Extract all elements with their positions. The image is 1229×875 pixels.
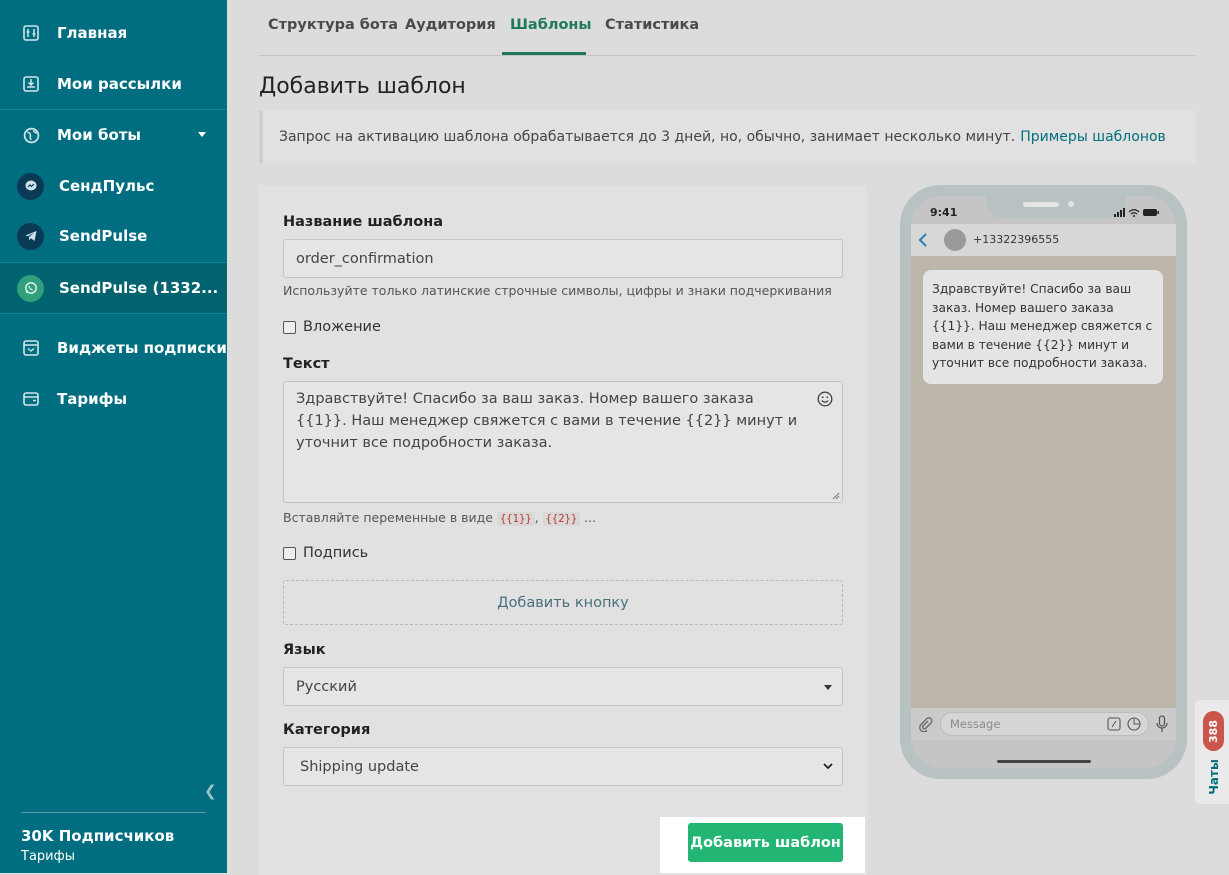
subscribers-count[interactable]: 30K Подписчиков: [21, 827, 174, 845]
sidebar-item-my-bots[interactable]: Мои боты: [0, 110, 227, 160]
avatar: [944, 229, 966, 251]
sidebar-item-label: СендПульс: [59, 177, 155, 195]
chats-count: 388: [1207, 719, 1220, 743]
caret-down-icon: [824, 685, 832, 690]
sidebar-item-mailings[interactable]: Мои рассылки: [0, 59, 227, 109]
sidebar-item-label: SendPulse: [59, 227, 148, 245]
messenger-icon: [17, 172, 44, 200]
template-name-input[interactable]: order_confirmation: [283, 239, 843, 278]
template-name-label: Название шаблона: [283, 214, 444, 230]
chats-count-badge[interactable]: 388: [1203, 711, 1224, 751]
sticker-icons: [1107, 717, 1141, 731]
sidebar-item-label: Тарифы: [57, 390, 128, 408]
tab-audience[interactable]: Аудитория: [405, 17, 496, 33]
contact-phone-number: +13322396555: [973, 233, 1060, 246]
sidebar-item-bot-whatsapp[interactable]: SendPulse (1332...: [0, 263, 227, 313]
home-indicator: [997, 760, 1091, 763]
microphone-icon: [1156, 715, 1168, 732]
chevron-down-icon[interactable]: [198, 132, 206, 137]
tab-bar: Структура бота Аудитория Шаблоны Статист…: [259, 0, 1195, 56]
checkbox-icon[interactable]: [283, 546, 296, 560]
checkbox-icon[interactable]: [283, 320, 296, 334]
variables-hint-text: Вставляйте переменные в виде: [283, 510, 493, 525]
info-notice: Запрос на активацию шаблона обрабатывает…: [259, 111, 1195, 163]
sidebar-item-label: Виджеты подписки: [57, 339, 227, 357]
template-text-area[interactable]: Здравствуйте! Спасибо за ваш заказ. Номе…: [283, 381, 843, 503]
sidebar-item-label: SendPulse (1332...: [59, 279, 219, 297]
mailings-icon: [22, 75, 40, 93]
add-button-label: Добавить кнопку: [497, 594, 629, 611]
language-value: Русский: [296, 678, 357, 695]
chat-header: +13322396555: [911, 224, 1176, 256]
notice-text: Запрос на активацию шаблона обрабатывает…: [279, 129, 1016, 145]
sidebar-item-widgets[interactable]: Виджеты подписки: [0, 323, 227, 373]
tab-templates[interactable]: Шаблоны: [510, 17, 592, 33]
signature-checkbox[interactable]: Подпись: [283, 545, 368, 561]
divider: [21, 812, 206, 813]
message-bubble: Здравствуйте! Спасибо за ваш заказ. Номе…: [923, 270, 1163, 384]
signature-label: Подпись: [303, 545, 369, 561]
category-select[interactable]: Shipping update: [283, 747, 843, 786]
divider: [0, 313, 227, 314]
phone-notch: [986, 196, 1126, 218]
template-form: Название шаблона order_confirmation Испо…: [259, 185, 867, 875]
main-content: Структура бота Аудитория Шаблоны Статист…: [227, 0, 1229, 875]
status-bar-icons: [1114, 208, 1159, 217]
page-title: Добавить шаблон: [259, 74, 466, 99]
paperclip-icon: [919, 717, 933, 732]
wallet-icon: [22, 390, 40, 408]
sidebar-item-plans[interactable]: Тарифы: [0, 374, 227, 424]
variable-code: {{2}}: [542, 512, 581, 526]
template-text-value: Здравствуйте! Спасибо за ваш заказ. Номе…: [296, 391, 798, 451]
emoji-icon[interactable]: [817, 391, 833, 407]
add-button-button[interactable]: Добавить кнопку: [283, 580, 843, 625]
sidebar-item-home[interactable]: Главная: [0, 8, 227, 58]
tab-statistics[interactable]: Статистика: [605, 17, 699, 33]
plans-link[interactable]: Тарифы: [21, 849, 75, 864]
variables-hint-ellipsis: ...: [584, 510, 597, 525]
resize-handle-icon[interactable]: [832, 492, 840, 500]
attachment-label: Вложение: [303, 319, 381, 335]
tab-bot-structure[interactable]: Структура бота: [268, 17, 398, 33]
telegram-icon: [17, 222, 44, 250]
globe-icon: [22, 126, 40, 144]
attachment-checkbox[interactable]: Вложение: [283, 319, 381, 335]
message-placeholder: Message: [950, 717, 1001, 731]
phone-preview: 9:41 +13322396555 Здравствуйте! Спасибо …: [900, 185, 1187, 779]
template-examples-link[interactable]: Примеры шаблонов: [1020, 129, 1166, 145]
sidebar: Главная Мои рассылки Мои боты СендПульс …: [0, 0, 227, 873]
variables-hint: Вставляйте переменные в виде {{1}}, {{2}…: [283, 510, 597, 526]
sidebar-item-bot-messenger[interactable]: СендПульс: [0, 161, 227, 211]
status-time: 9:41: [930, 206, 958, 219]
active-tab-indicator: [502, 52, 586, 55]
template-name-hint: Используйте только латинские строчные си…: [283, 283, 832, 298]
chat-input-bar: Message: [911, 708, 1176, 740]
whatsapp-icon: [17, 274, 44, 302]
language-select[interactable]: Русский: [283, 667, 843, 706]
category-label: Категория: [283, 722, 371, 738]
sidebar-item-bot-telegram[interactable]: SendPulse: [0, 211, 227, 261]
sidebar-item-label: Мои рассылки: [57, 75, 182, 93]
phone-screen: 9:41 +13322396555 Здравствуйте! Спасибо …: [911, 196, 1176, 768]
add-template-button[interactable]: Добавить шаблон: [688, 823, 843, 862]
home-icon: [22, 24, 40, 42]
sidebar-item-label: Главная: [57, 24, 128, 42]
message-input: Message: [940, 712, 1149, 736]
sidebar-item-label: Мои боты: [57, 126, 142, 144]
chats-label-text: Чаты: [1206, 759, 1221, 795]
collapse-sidebar-icon[interactable]: ❮: [204, 782, 217, 800]
chevron-down-icon: [823, 763, 833, 770]
language-label: Язык: [283, 642, 326, 658]
widget-icon: [22, 339, 40, 357]
category-value: Shipping update: [300, 758, 419, 775]
chats-label[interactable]: Чаты: [1203, 759, 1224, 795]
variable-code: {{1}}: [496, 512, 535, 526]
text-label: Текст: [283, 356, 330, 372]
back-arrow-icon[interactable]: [916, 232, 930, 248]
